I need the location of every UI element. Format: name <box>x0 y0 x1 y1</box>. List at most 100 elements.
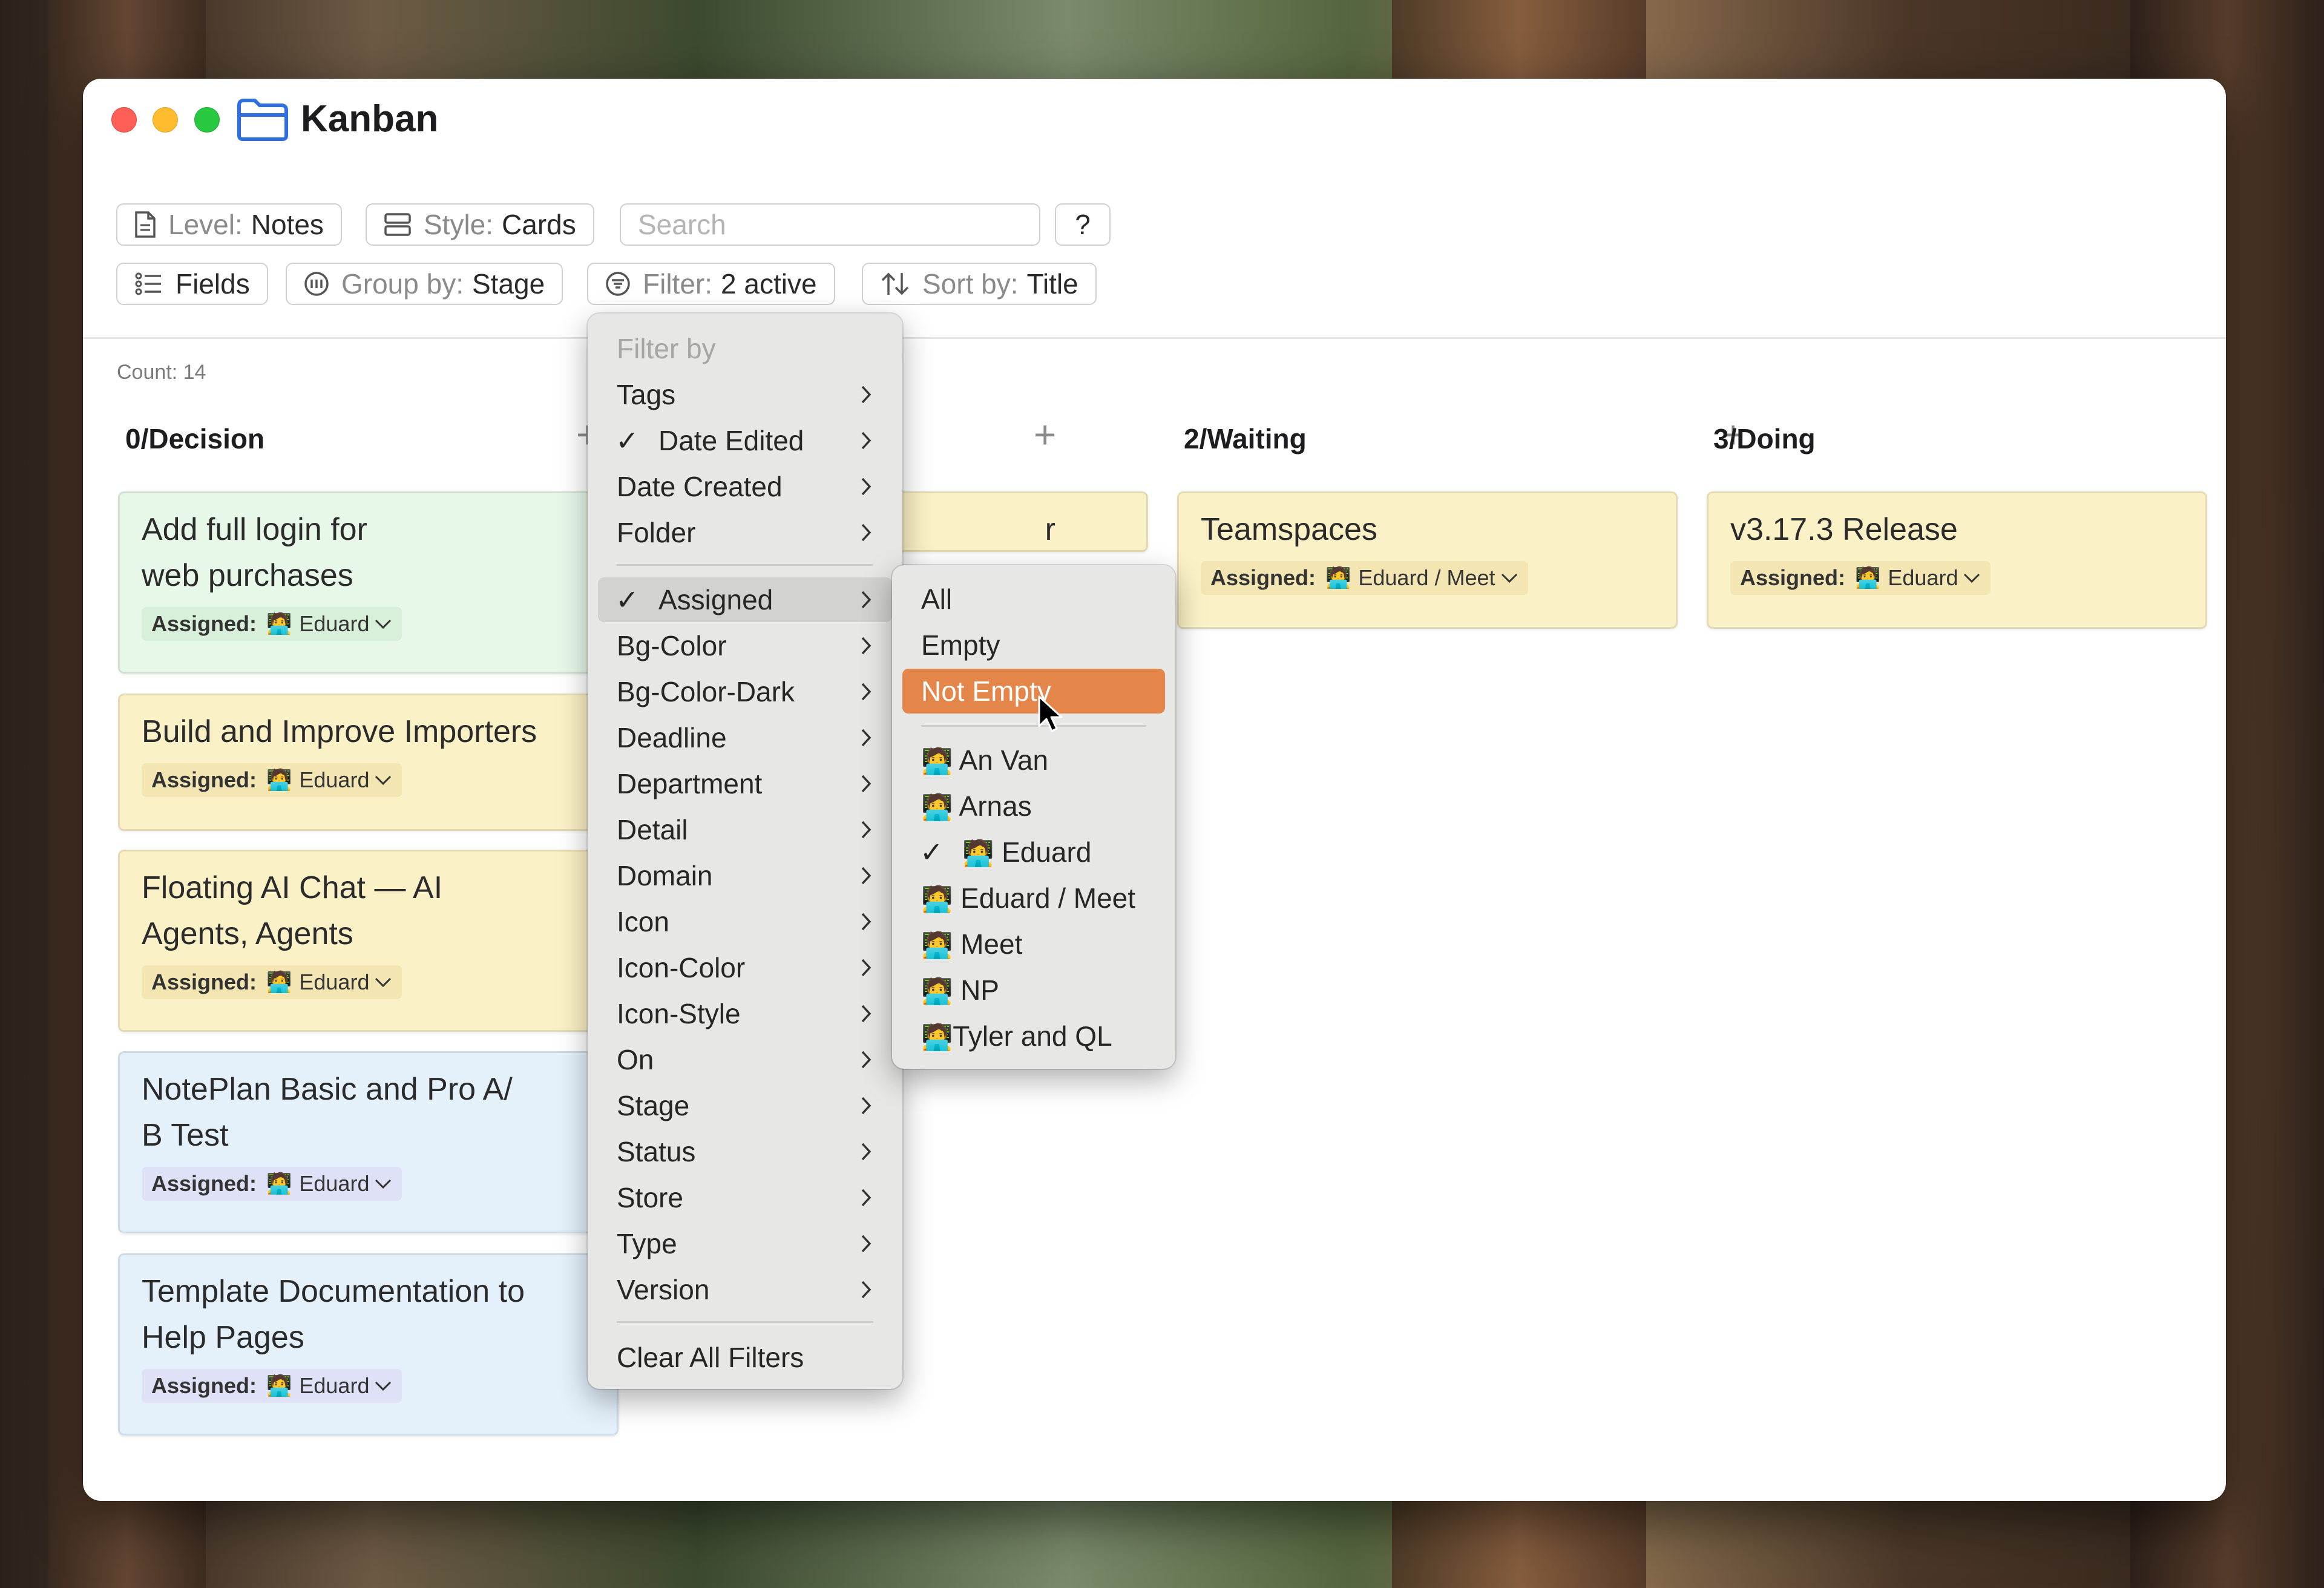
submenu-person-arnas[interactable]: 🧑‍💻 Arnas <box>892 784 1175 828</box>
menu-item-status[interactable]: Status <box>588 1130 902 1173</box>
menu-header: Filter by <box>588 327 902 370</box>
menu-item-label: Assigned <box>658 584 773 615</box>
menu-item-label: Detail <box>617 814 688 845</box>
submenu-person-eduard-meet[interactable]: 🧑‍💻 Eduard / Meet <box>892 876 1175 920</box>
person-row: 🧑‍💻 Eduard / Meet <box>921 876 1135 921</box>
chevron-right-icon <box>861 959 872 977</box>
search-input[interactable]: Search <box>620 203 1040 246</box>
person-emoji: 🧑‍💻 <box>921 885 953 913</box>
assigned-dropdown[interactable]: Assigned: 🧑‍💻 Eduard <box>142 763 402 797</box>
menu-item-label: Store <box>617 1182 683 1213</box>
chevron-right-icon <box>861 1143 872 1161</box>
assigned-dropdown[interactable]: Assigned: 🧑‍💻 Eduard <box>142 607 402 641</box>
submenu-person-an-van[interactable]: 🧑‍💻 An Van <box>892 738 1175 782</box>
group-by-selector[interactable]: Group by: Stage <box>286 263 563 305</box>
menu-item-label: Type <box>617 1228 677 1259</box>
menu-item-deadline[interactable]: Deadline <box>588 716 902 760</box>
chevron-down-icon <box>375 775 392 786</box>
menu-item-tags[interactable]: Tags <box>588 373 902 416</box>
chevron-right-icon <box>861 477 872 496</box>
chevron-right-icon <box>861 683 872 701</box>
submenu-item-empty[interactable]: Empty <box>892 623 1175 667</box>
kanban-card[interactable]: Build and Improve Importers Assigned: 🧑‍… <box>118 694 619 831</box>
person-name: An Van <box>959 744 1049 776</box>
chevron-right-icon <box>861 523 872 542</box>
submenu-item-label: All <box>921 583 953 615</box>
menu-item-icon-style[interactable]: Icon-Style <box>588 992 902 1035</box>
submenu-person-eduard[interactable]: ✓ 🧑‍💻 Eduard <box>892 830 1175 874</box>
help-button[interactable]: ? <box>1055 203 1111 246</box>
chevron-right-icon <box>861 1051 872 1069</box>
menu-item-icon-color[interactable]: Icon-Color <box>588 946 902 989</box>
menu-item-label: Icon <box>617 906 669 937</box>
submenu-item-not-empty[interactable]: Not Empty <box>892 669 1175 713</box>
menu-item-label: Date Edited <box>658 425 804 456</box>
person-emoji: 🧑‍💻 <box>921 747 953 775</box>
menu-item-on[interactable]: On <box>588 1038 902 1081</box>
menu-item-label: Bg-Color <box>617 630 727 661</box>
chevron-down-icon <box>375 1381 392 1391</box>
chevron-right-icon <box>861 591 872 609</box>
chevron-right-icon <box>861 1281 872 1299</box>
menu-item-bg-color[interactable]: Bg-Color <box>588 624 902 668</box>
fields-button[interactable]: Fields <box>116 263 268 305</box>
zoom-button[interactable] <box>194 107 220 133</box>
assigned-dropdown[interactable]: Assigned: 🧑‍💻 Eduard <box>142 1369 402 1403</box>
menu-item-folder[interactable]: Folder <box>588 511 902 554</box>
menu-item-store[interactable]: Store <box>588 1176 902 1219</box>
chevron-right-icon <box>861 1189 872 1207</box>
submenu-item-all[interactable]: All <box>892 577 1175 621</box>
menu-item-label: Date Created <box>617 471 783 502</box>
style-selector[interactable]: Style: Cards <box>366 203 594 246</box>
menu-item-department[interactable]: Department <box>588 762 902 805</box>
assigned-dropdown[interactable]: Assigned: 🧑‍💻 Eduard <box>1730 561 1991 595</box>
menu-item-label: On <box>617 1044 654 1075</box>
kanban-card[interactable]: Add full login for web purchases Assigne… <box>118 491 619 674</box>
minimize-button[interactable] <box>153 107 178 133</box>
submenu-person-meet[interactable]: 🧑‍💻 Meet <box>892 922 1175 966</box>
card-title: Template Documentation to Help Pages <box>142 1274 525 1355</box>
kanban-card[interactable]: Teamspaces Assigned: 🧑‍💻 Eduard / Meet <box>1177 491 1678 629</box>
card-title: v3.17.3 Release <box>1730 512 1958 547</box>
assigned-key: Assigned: <box>151 1373 257 1398</box>
clear-all-filters[interactable]: Clear All Filters <box>588 1336 902 1379</box>
kanban-card[interactable]: Template Documentation to Help Pages Ass… <box>118 1253 619 1435</box>
menu-item-version[interactable]: Version <box>588 1268 902 1311</box>
filter-button[interactable]: Filter: 2 active <box>587 263 835 305</box>
menu-item-type[interactable]: Type <box>588 1222 902 1265</box>
cards-layout-icon <box>384 213 411 236</box>
style-key: Style: <box>424 209 494 240</box>
sort-by-key: Sort by: <box>922 268 1019 300</box>
menu-item-domain[interactable]: Domain <box>588 854 902 897</box>
menu-item-date-edited[interactable]: ✓ Date Edited <box>588 419 902 462</box>
chevron-down-icon <box>375 977 392 988</box>
assignee-name: Eduard <box>299 611 370 636</box>
card-title: Floating AI Chat — AI Agents, Agents <box>142 870 443 951</box>
submenu-person-tyler-and-ql[interactable]: 🧑‍💻Tyler and QL <box>892 1014 1175 1058</box>
kanban-card[interactable]: r <box>870 491 1148 552</box>
person-emoji: 🧑‍💻 <box>962 839 994 867</box>
sort-by-value: Title <box>1026 268 1078 300</box>
submenu-person-np[interactable]: 🧑‍💻 NP <box>892 968 1175 1012</box>
sort-by-selector[interactable]: Sort by: Title <box>862 263 1097 305</box>
assigned-dropdown[interactable]: Assigned: 🧑‍💻 Eduard <box>142 965 402 999</box>
assigned-dropdown[interactable]: Assigned: 🧑‍💻 Eduard / Meet <box>1201 561 1528 595</box>
toolbar-divider <box>83 337 2226 339</box>
menu-item-label: Domain <box>617 860 713 891</box>
menu-header-label: Filter by <box>617 333 716 364</box>
menu-item-bg-color-dark[interactable]: Bg-Color-Dark <box>588 670 902 714</box>
add-card-button[interactable]: + <box>1034 415 1056 454</box>
menu-item-date-created[interactable]: Date Created <box>588 465 902 508</box>
person-emoji: 🧑‍💻 <box>921 977 953 1005</box>
menu-item-detail[interactable]: Detail <box>588 808 902 851</box>
kanban-card[interactable]: Floating AI Chat — AI Agents, Agents Ass… <box>118 850 619 1032</box>
close-button[interactable] <box>111 107 137 133</box>
menu-item-icon[interactable]: Icon <box>588 900 902 943</box>
kanban-card[interactable]: NotePlan Basic and Pro A/ B Test Assigne… <box>118 1051 619 1233</box>
assigned-dropdown[interactable]: Assigned: 🧑‍💻 Eduard <box>142 1167 402 1201</box>
folder-icon <box>237 99 288 141</box>
level-selector[interactable]: Level: Notes <box>116 203 342 246</box>
kanban-card[interactable]: v3.17.3 Release Assigned: 🧑‍💻 Eduard <box>1707 491 2207 629</box>
menu-item-assigned[interactable]: ✓ Assigned <box>588 578 902 622</box>
menu-item-stage[interactable]: Stage <box>588 1084 902 1127</box>
